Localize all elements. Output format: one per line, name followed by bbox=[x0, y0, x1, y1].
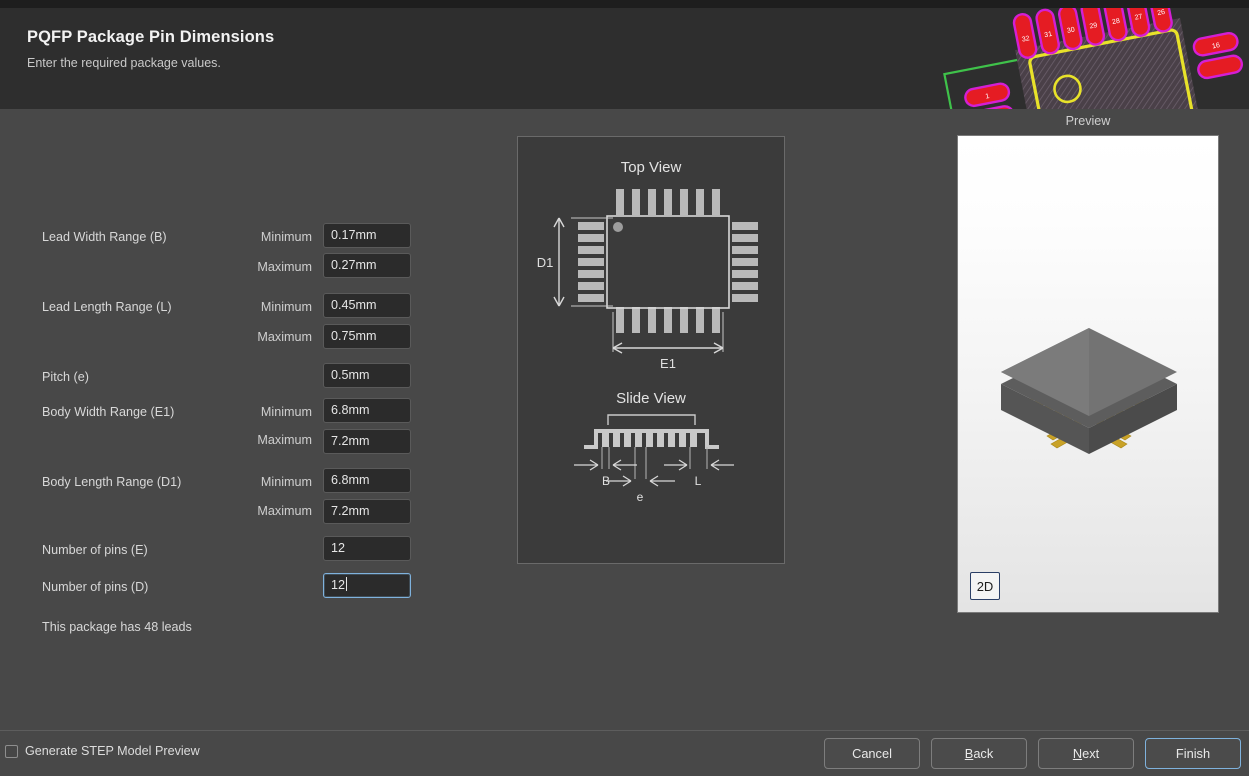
field-label: Number of pins (E) bbox=[42, 543, 148, 557]
generate-step-checkbox[interactable] bbox=[5, 744, 18, 758]
minmax-label: Maximum bbox=[257, 504, 312, 518]
e1-dimension-label: E1 bbox=[660, 356, 676, 371]
slide-view-drawing: B e L bbox=[574, 414, 734, 504]
e-dimension-label: e bbox=[637, 490, 644, 504]
minmax-label: Minimum bbox=[260, 230, 312, 244]
cancel-button[interactable]: Cancel bbox=[824, 738, 920, 769]
lead-length-min-input[interactable]: 0.45mm bbox=[323, 293, 411, 318]
pitch-input[interactable]: 0.5mm bbox=[323, 363, 411, 388]
minmax-label: Maximum bbox=[257, 260, 312, 274]
pins-d-input[interactable]: 12 bbox=[323, 573, 411, 598]
preview-viewport[interactable]: 2D bbox=[957, 135, 1219, 613]
generate-step-label: Generate STEP Model Preview bbox=[25, 744, 200, 758]
wizard-dialog: PQFP Package Pin Dimensions Enter the re… bbox=[0, 8, 1249, 776]
qfp-3d-model bbox=[1001, 328, 1177, 454]
d1-dimension-label: D1 bbox=[537, 255, 554, 270]
body-width-min-input[interactable]: 6.8mm bbox=[323, 398, 411, 423]
pins-d-input-value: 12 bbox=[331, 578, 346, 592]
wizard-footer: Generate STEP Model Preview Cancel Back … bbox=[0, 730, 1249, 776]
pins-e-input[interactable]: 12 bbox=[323, 536, 411, 561]
svg-text:30: 30 bbox=[1066, 26, 1075, 34]
field-label: Lead Length Range (L) bbox=[42, 300, 172, 314]
top-view-drawing: D1 E1 bbox=[537, 189, 758, 371]
finish-button-label: Finish bbox=[1175, 746, 1211, 761]
wizard-body: Lead Width Range (B) Minimum 0.17mm Maxi… bbox=[0, 109, 1249, 730]
lead-count-note: This package has 48 leads bbox=[42, 620, 192, 634]
lead-width-max-input[interactable]: 0.27mm bbox=[323, 253, 411, 278]
pcb-footprint-artwork: 32 31 30 29 28 27 26 1 16 bbox=[930, 8, 1249, 109]
svg-text:16: 16 bbox=[1212, 42, 1221, 50]
cancel-button-label: Cancel bbox=[852, 746, 892, 761]
back-button-label: Back bbox=[964, 746, 994, 761]
minmax-label: Maximum bbox=[257, 433, 312, 447]
preview-panel: Preview 2D bbox=[957, 114, 1219, 613]
lead-width-min-input[interactable]: 0.17mm bbox=[323, 223, 411, 248]
text-caret bbox=[346, 577, 348, 591]
svg-text:28: 28 bbox=[1112, 18, 1121, 26]
header-text-block: PQFP Package Pin Dimensions Enter the re… bbox=[27, 28, 274, 70]
minmax-label: Minimum bbox=[260, 405, 312, 419]
body-length-max-input[interactable]: 7.2mm bbox=[323, 499, 411, 524]
footer-button-group: Cancel Back Next Finish bbox=[824, 738, 1241, 769]
preview-label: Preview bbox=[1065, 114, 1111, 128]
slide-view-title: Slide View bbox=[616, 390, 686, 407]
svg-text:26: 26 bbox=[1157, 9, 1166, 17]
body-length-min-input[interactable]: 6.8mm bbox=[323, 468, 411, 493]
field-label: Pitch (e) bbox=[42, 370, 89, 384]
wizard-header: PQFP Package Pin Dimensions Enter the re… bbox=[0, 8, 1249, 109]
minmax-label: Minimum bbox=[260, 300, 312, 314]
svg-text:29: 29 bbox=[1089, 22, 1098, 30]
top-view-title: Top View bbox=[620, 159, 682, 176]
svg-text:31: 31 bbox=[1044, 31, 1053, 39]
lead-length-max-input[interactable]: 0.75mm bbox=[323, 324, 411, 349]
svg-text:27: 27 bbox=[1134, 13, 1143, 21]
svg-text:32: 32 bbox=[1021, 35, 1030, 43]
toggle-2d-button[interactable]: 2D bbox=[970, 572, 1000, 600]
finish-button[interactable]: Finish bbox=[1145, 738, 1241, 769]
minmax-label: Maximum bbox=[257, 330, 312, 344]
field-label: Number of pins (D) bbox=[42, 580, 149, 594]
field-label: Lead Width Range (B) bbox=[42, 230, 167, 244]
page-title: PQFP Package Pin Dimensions bbox=[27, 28, 275, 46]
body-width-max-input[interactable]: 7.2mm bbox=[323, 429, 411, 454]
l-dimension-label: L bbox=[695, 474, 702, 488]
package-diagram-panel: Top View D1 E1 Slide View B e L bbox=[517, 136, 785, 564]
minmax-label: Minimum bbox=[260, 475, 312, 489]
generate-step-checkbox-row[interactable]: Generate STEP Model Preview bbox=[5, 744, 200, 758]
next-button[interactable]: Next bbox=[1038, 738, 1134, 769]
next-button-label: Next bbox=[1072, 746, 1100, 761]
back-button[interactable]: Back bbox=[931, 738, 1027, 769]
page-subtitle: Enter the required package values. bbox=[27, 56, 221, 70]
